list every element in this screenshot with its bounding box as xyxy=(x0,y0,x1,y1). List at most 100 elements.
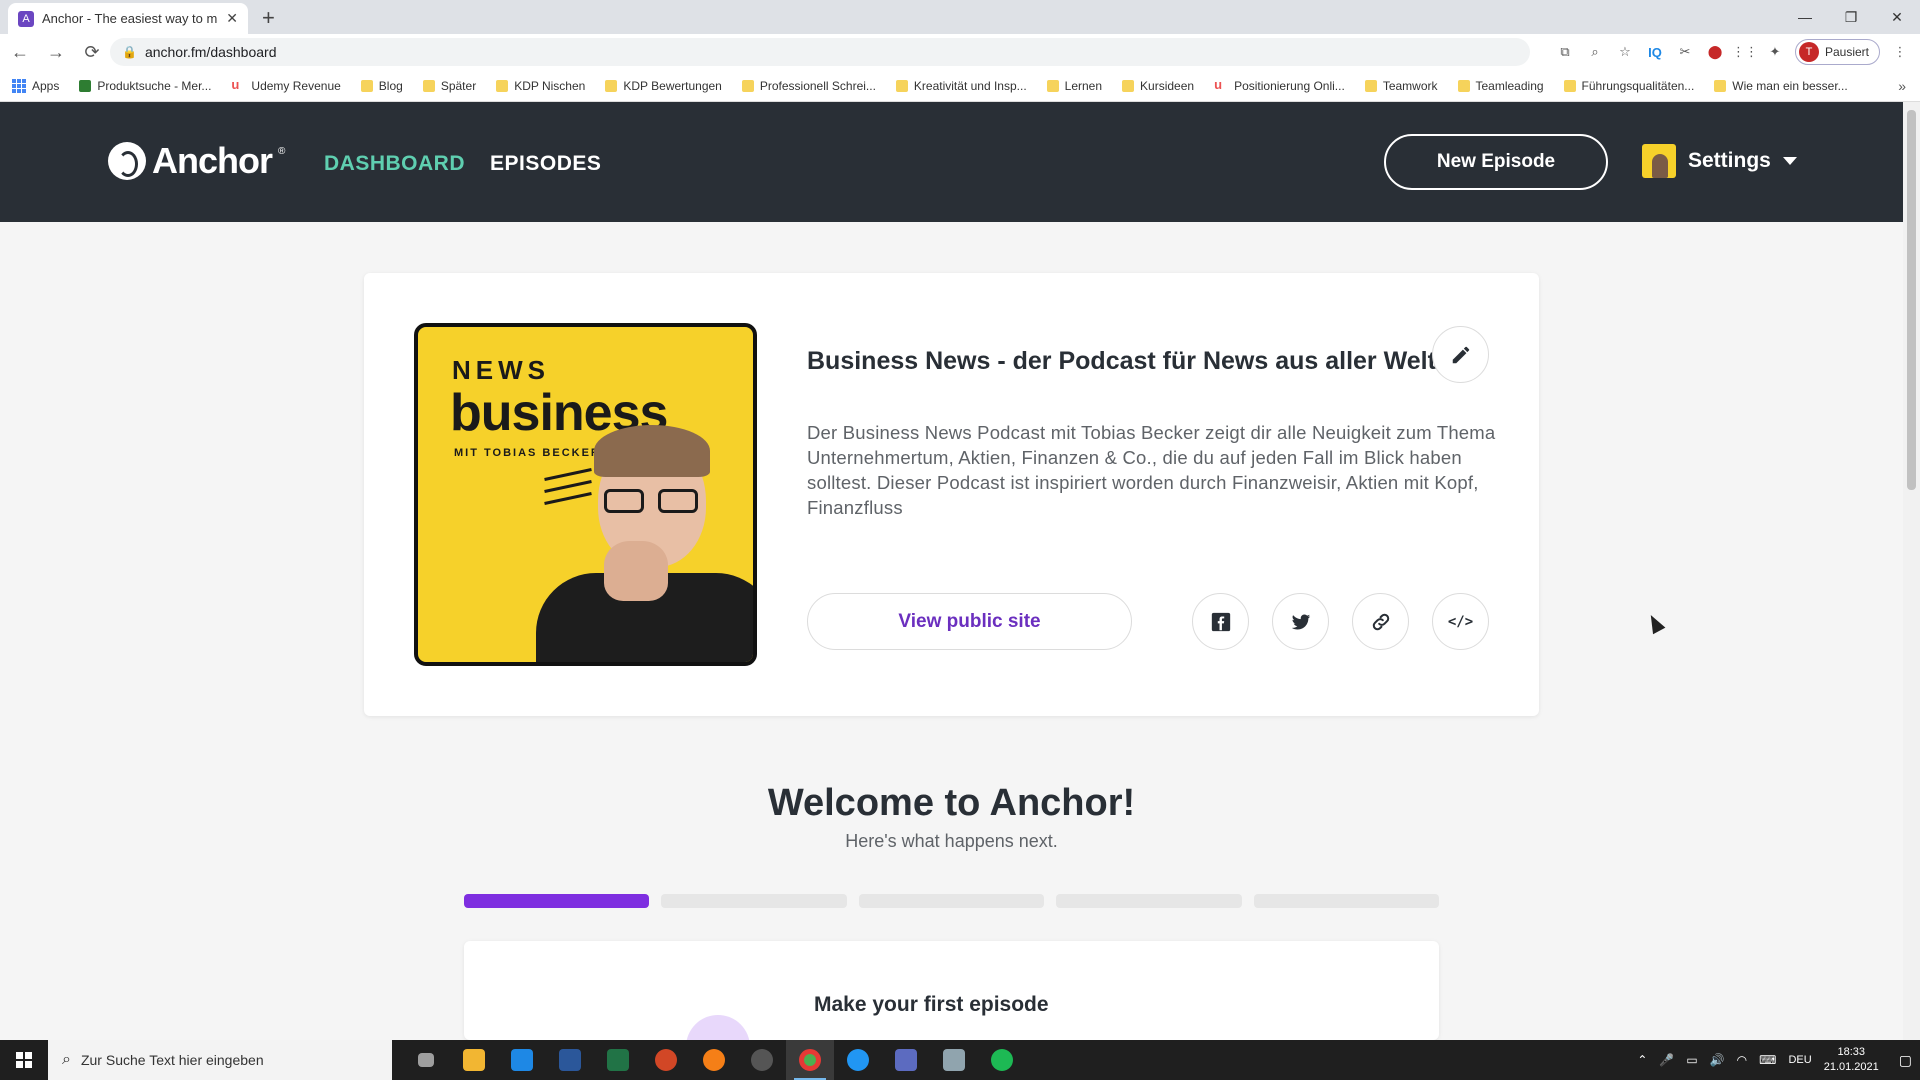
bookmark-folder[interactable]: KDP Nischen xyxy=(496,79,585,93)
taskbar-apps xyxy=(402,1040,1026,1080)
podcast-cover: NEWS business MIT TOBIAS BECKER xyxy=(414,323,757,666)
logo-text: Anchor xyxy=(152,140,273,181)
nav-episodes[interactable]: EPISODES xyxy=(490,152,601,176)
clock[interactable]: 18:33 21.01.2021 xyxy=(1824,1045,1879,1075)
notifications-icon[interactable]: ▢ xyxy=(1899,1052,1912,1069)
spotify-icon[interactable] xyxy=(978,1040,1026,1080)
file-explorer-icon[interactable] xyxy=(450,1040,498,1080)
site-header: Anchor ® DASHBOARD EPISODES New Episode … xyxy=(0,102,1903,222)
podcast-title: Business News - der Podcast für News aus… xyxy=(807,347,1436,375)
cover-lines xyxy=(544,468,592,509)
profile-button[interactable]: T Pausiert xyxy=(1794,39,1880,65)
system-tray: ⌃ 🎤 ▭ 🔊 ◠ ⌨ DEU 18:33 21.01.2021 ▢ xyxy=(1637,1040,1920,1080)
app-orange-icon[interactable] xyxy=(690,1040,738,1080)
embed-code-button[interactable]: </> xyxy=(1432,593,1489,650)
search-icon: ⌕ xyxy=(62,1051,71,1068)
back-arrow-icon[interactable]: ← xyxy=(4,36,36,68)
new-tab-icon[interactable]: + xyxy=(262,5,275,31)
bookmark-folder[interactable]: Führungsqualitäten... xyxy=(1563,79,1694,93)
window-close-icon[interactable]: ✕ xyxy=(1874,0,1920,34)
chrome-icon[interactable] xyxy=(786,1040,834,1080)
tab-title: Anchor - The easiest way to mak xyxy=(42,11,219,26)
bookmark-folder[interactable]: KDP Bewertungen xyxy=(605,79,722,93)
browser-menu-icon[interactable]: ⋮ xyxy=(1890,42,1910,62)
anchor-favicon-icon: A xyxy=(18,10,34,27)
input-language[interactable]: DEU xyxy=(1788,1054,1811,1066)
obs-icon[interactable] xyxy=(738,1040,786,1080)
restore-icon[interactable]: ❐ xyxy=(1828,0,1874,34)
folder-icon xyxy=(1457,79,1470,92)
folder-icon xyxy=(741,79,754,92)
bookmark-star-icon[interactable]: ☆ xyxy=(1615,42,1635,62)
bookmarks-overflow-icon[interactable]: » xyxy=(1898,78,1906,94)
folder-icon xyxy=(496,79,509,92)
bookmark-folder[interactable]: Kursideen xyxy=(1122,79,1194,93)
wifi-icon[interactable]: ◠ xyxy=(1737,1053,1747,1067)
browser-tab[interactable]: A Anchor - The easiest way to mak ✕ xyxy=(8,3,248,34)
bookmark-apps[interactable]: Apps xyxy=(12,78,59,93)
app-window-icon[interactable] xyxy=(930,1040,978,1080)
browser-toolbar: ← → ⟳ 🔒 anchor.fm/dashboard ⧉ ⌕ ☆ IQ ✂ ⬤… xyxy=(0,34,1920,70)
cover-news-text: NEWS xyxy=(452,355,550,385)
extension-red-icon[interactable]: ⬤ xyxy=(1705,42,1725,62)
anchor-logo[interactable]: Anchor ® xyxy=(108,140,285,182)
mail-icon[interactable] xyxy=(498,1040,546,1080)
excel-icon[interactable] xyxy=(594,1040,642,1080)
new-episode-button[interactable]: New Episode xyxy=(1384,134,1608,190)
taskbar-search[interactable]: ⌕ Zur Suche Text hier eingeben xyxy=(48,1040,392,1080)
bookmark-item[interactable]: u Positionierung Onli... xyxy=(1214,76,1345,93)
lock-icon[interactable]: 🔒 xyxy=(122,45,137,59)
word-icon[interactable] xyxy=(546,1040,594,1080)
extension-clip-icon[interactable]: ✂ xyxy=(1675,42,1695,62)
apps-grid-icon xyxy=(12,78,26,93)
settings-menu[interactable]: Settings xyxy=(1642,144,1797,178)
bookmark-item[interactable]: u Udemy Revenue xyxy=(231,78,340,93)
volume-icon[interactable]: 🔊 xyxy=(1710,1053,1725,1067)
microphone-icon[interactable]: 🎤 xyxy=(1659,1053,1674,1067)
bookmark-folder[interactable]: Später xyxy=(422,79,476,93)
copy-link-button[interactable] xyxy=(1352,593,1409,650)
bookmark-folder[interactable]: Wie man ein besser... xyxy=(1714,79,1848,93)
minimize-icon[interactable]: — xyxy=(1782,0,1828,34)
bookmark-folder[interactable]: Blog xyxy=(360,79,403,93)
iq-extension-icon[interactable]: IQ xyxy=(1645,42,1665,62)
scrollbar-thumb[interactable] xyxy=(1907,110,1916,490)
page-scrollbar[interactable] xyxy=(1903,102,1920,1040)
edge-icon[interactable] xyxy=(834,1040,882,1080)
bookmark-folder[interactable]: Kreativität und Insp... xyxy=(895,79,1027,93)
edit-podcast-button[interactable] xyxy=(1432,326,1489,383)
reload-icon[interactable]: ⟳ xyxy=(76,36,108,68)
progress-step xyxy=(1056,894,1242,908)
battery-icon[interactable]: ▭ xyxy=(1686,1053,1697,1067)
tray-overflow-icon[interactable]: ⌃ xyxy=(1637,1053,1647,1067)
udemy-icon: u xyxy=(1214,76,1223,92)
task-view-icon[interactable] xyxy=(402,1040,450,1080)
url-text[interactable]: anchor.fm/dashboard xyxy=(145,44,277,60)
mouse-cursor-icon xyxy=(1644,611,1666,635)
bookmark-folder[interactable]: Professionell Schrei... xyxy=(741,79,876,93)
forward-arrow-icon[interactable]: → xyxy=(40,36,72,68)
zoom-icon[interactable]: ⌕ xyxy=(1585,42,1605,62)
extension-grid-icon[interactable]: ⋮⋮ xyxy=(1732,42,1758,62)
bookmark-item[interactable]: Produktsuche - Mer... xyxy=(79,79,211,93)
bookmark-folder[interactable]: Lernen xyxy=(1046,79,1102,93)
share-facebook-button[interactable] xyxy=(1192,593,1249,650)
share-twitter-button[interactable] xyxy=(1272,593,1329,650)
clock-date: 21.01.2021 xyxy=(1823,1061,1879,1073)
tab-close-icon[interactable]: ✕ xyxy=(226,10,238,27)
app-doc-icon[interactable] xyxy=(882,1040,930,1080)
cover-person-hair xyxy=(594,425,710,477)
nav-dashboard[interactable]: DASHBOARD xyxy=(324,152,465,176)
start-button[interactable] xyxy=(0,1040,48,1080)
anchor-logo-icon xyxy=(108,142,146,180)
podcast-avatar xyxy=(1642,144,1676,178)
address-bar[interactable]: 🔒 anchor.fm/dashboard xyxy=(110,38,1530,66)
cover-host-text: MIT TOBIAS BECKER xyxy=(454,447,601,459)
powerpoint-icon[interactable] xyxy=(642,1040,690,1080)
extensions-puzzle-icon[interactable]: ✦ xyxy=(1765,42,1785,62)
view-public-site-button[interactable]: View public site xyxy=(807,593,1132,650)
translate-icon[interactable]: ⧉ xyxy=(1555,42,1575,62)
bookmark-folder[interactable]: Teamwork xyxy=(1364,79,1438,93)
keyboard-icon[interactable]: ⌨ xyxy=(1759,1053,1776,1067)
bookmark-folder[interactable]: Teamleading xyxy=(1457,79,1544,93)
